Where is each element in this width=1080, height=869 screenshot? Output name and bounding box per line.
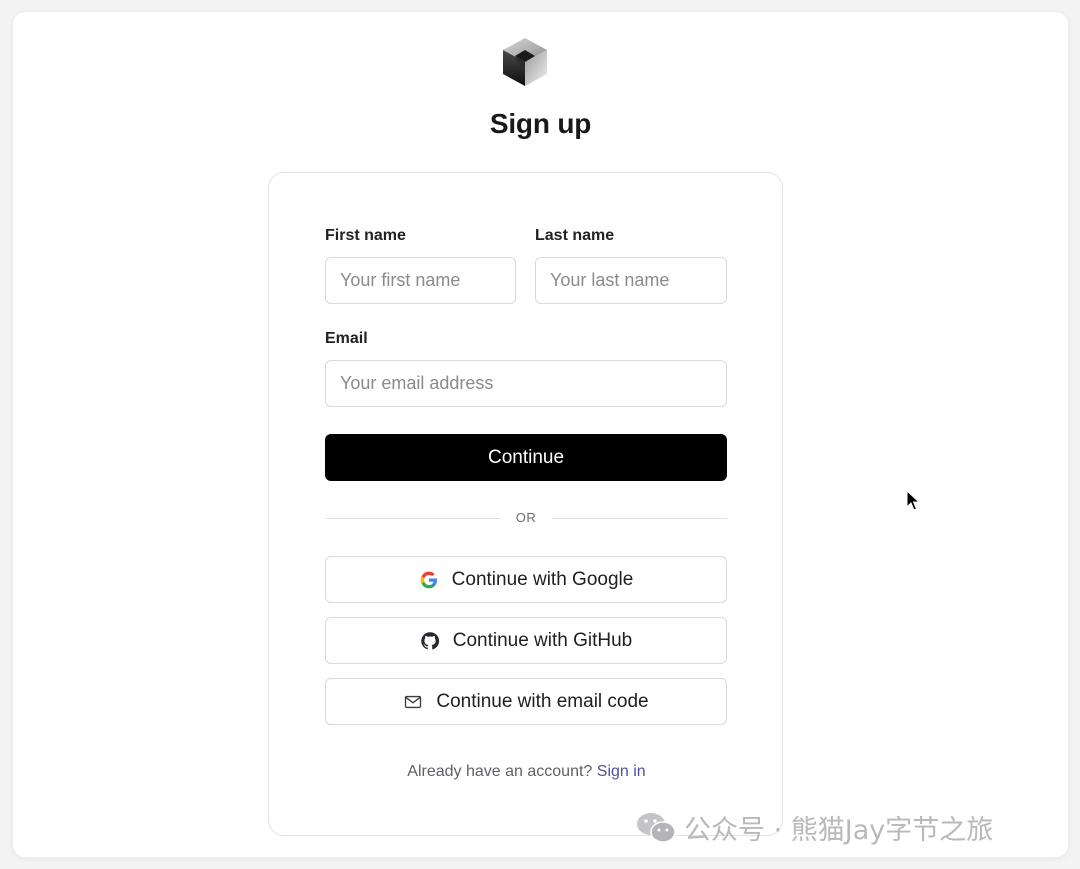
cube-logo-icon — [503, 38, 547, 86]
email-label: Email — [325, 330, 368, 347]
page-title: Sign up — [489, 108, 592, 139]
google-icon — [419, 570, 439, 590]
divider-line-right — [552, 518, 727, 519]
first-name-label: First name — [325, 227, 406, 244]
google-button-label: Continue with Google — [451, 568, 634, 590]
github-icon — [420, 631, 440, 651]
continue-button-label: Continue — [487, 446, 565, 468]
email-code-button-label: Continue with email code — [436, 690, 649, 712]
continue-with-github-button[interactable]: Continue with GitHub — [325, 617, 727, 664]
last-name-label: Last name — [535, 227, 615, 244]
app-window: Sign up First name Last name Email Conti… — [13, 12, 1068, 857]
continue-with-google-button[interactable]: Continue with Google — [325, 556, 727, 603]
wechat-icon — [637, 812, 676, 843]
watermark-text: 公众号 · 熊猫Jay字节之旅 — [684, 815, 994, 846]
watermark: 公众号 · 熊猫Jay字节之旅 — [636, 808, 993, 847]
first-name-input[interactable] — [325, 257, 516, 304]
or-divider: OR — [325, 508, 727, 528]
continue-button[interactable]: Continue — [325, 434, 727, 481]
github-button-label: Continue with GitHub — [452, 629, 633, 651]
mail-icon — [403, 692, 423, 712]
signup-card: First name Last name Email Continue OR — [268, 172, 783, 836]
continue-with-email-code-button[interactable]: Continue with email code — [325, 678, 727, 725]
signin-prompt: Already have an account? Sign in — [269, 763, 784, 781]
email-input[interactable] — [325, 360, 727, 407]
sign-in-link[interactable]: Sign in — [597, 763, 646, 780]
signin-prompt-text: Already have an account? — [407, 763, 593, 780]
last-name-input[interactable] — [535, 257, 727, 304]
mouse-cursor-icon — [906, 490, 920, 511]
